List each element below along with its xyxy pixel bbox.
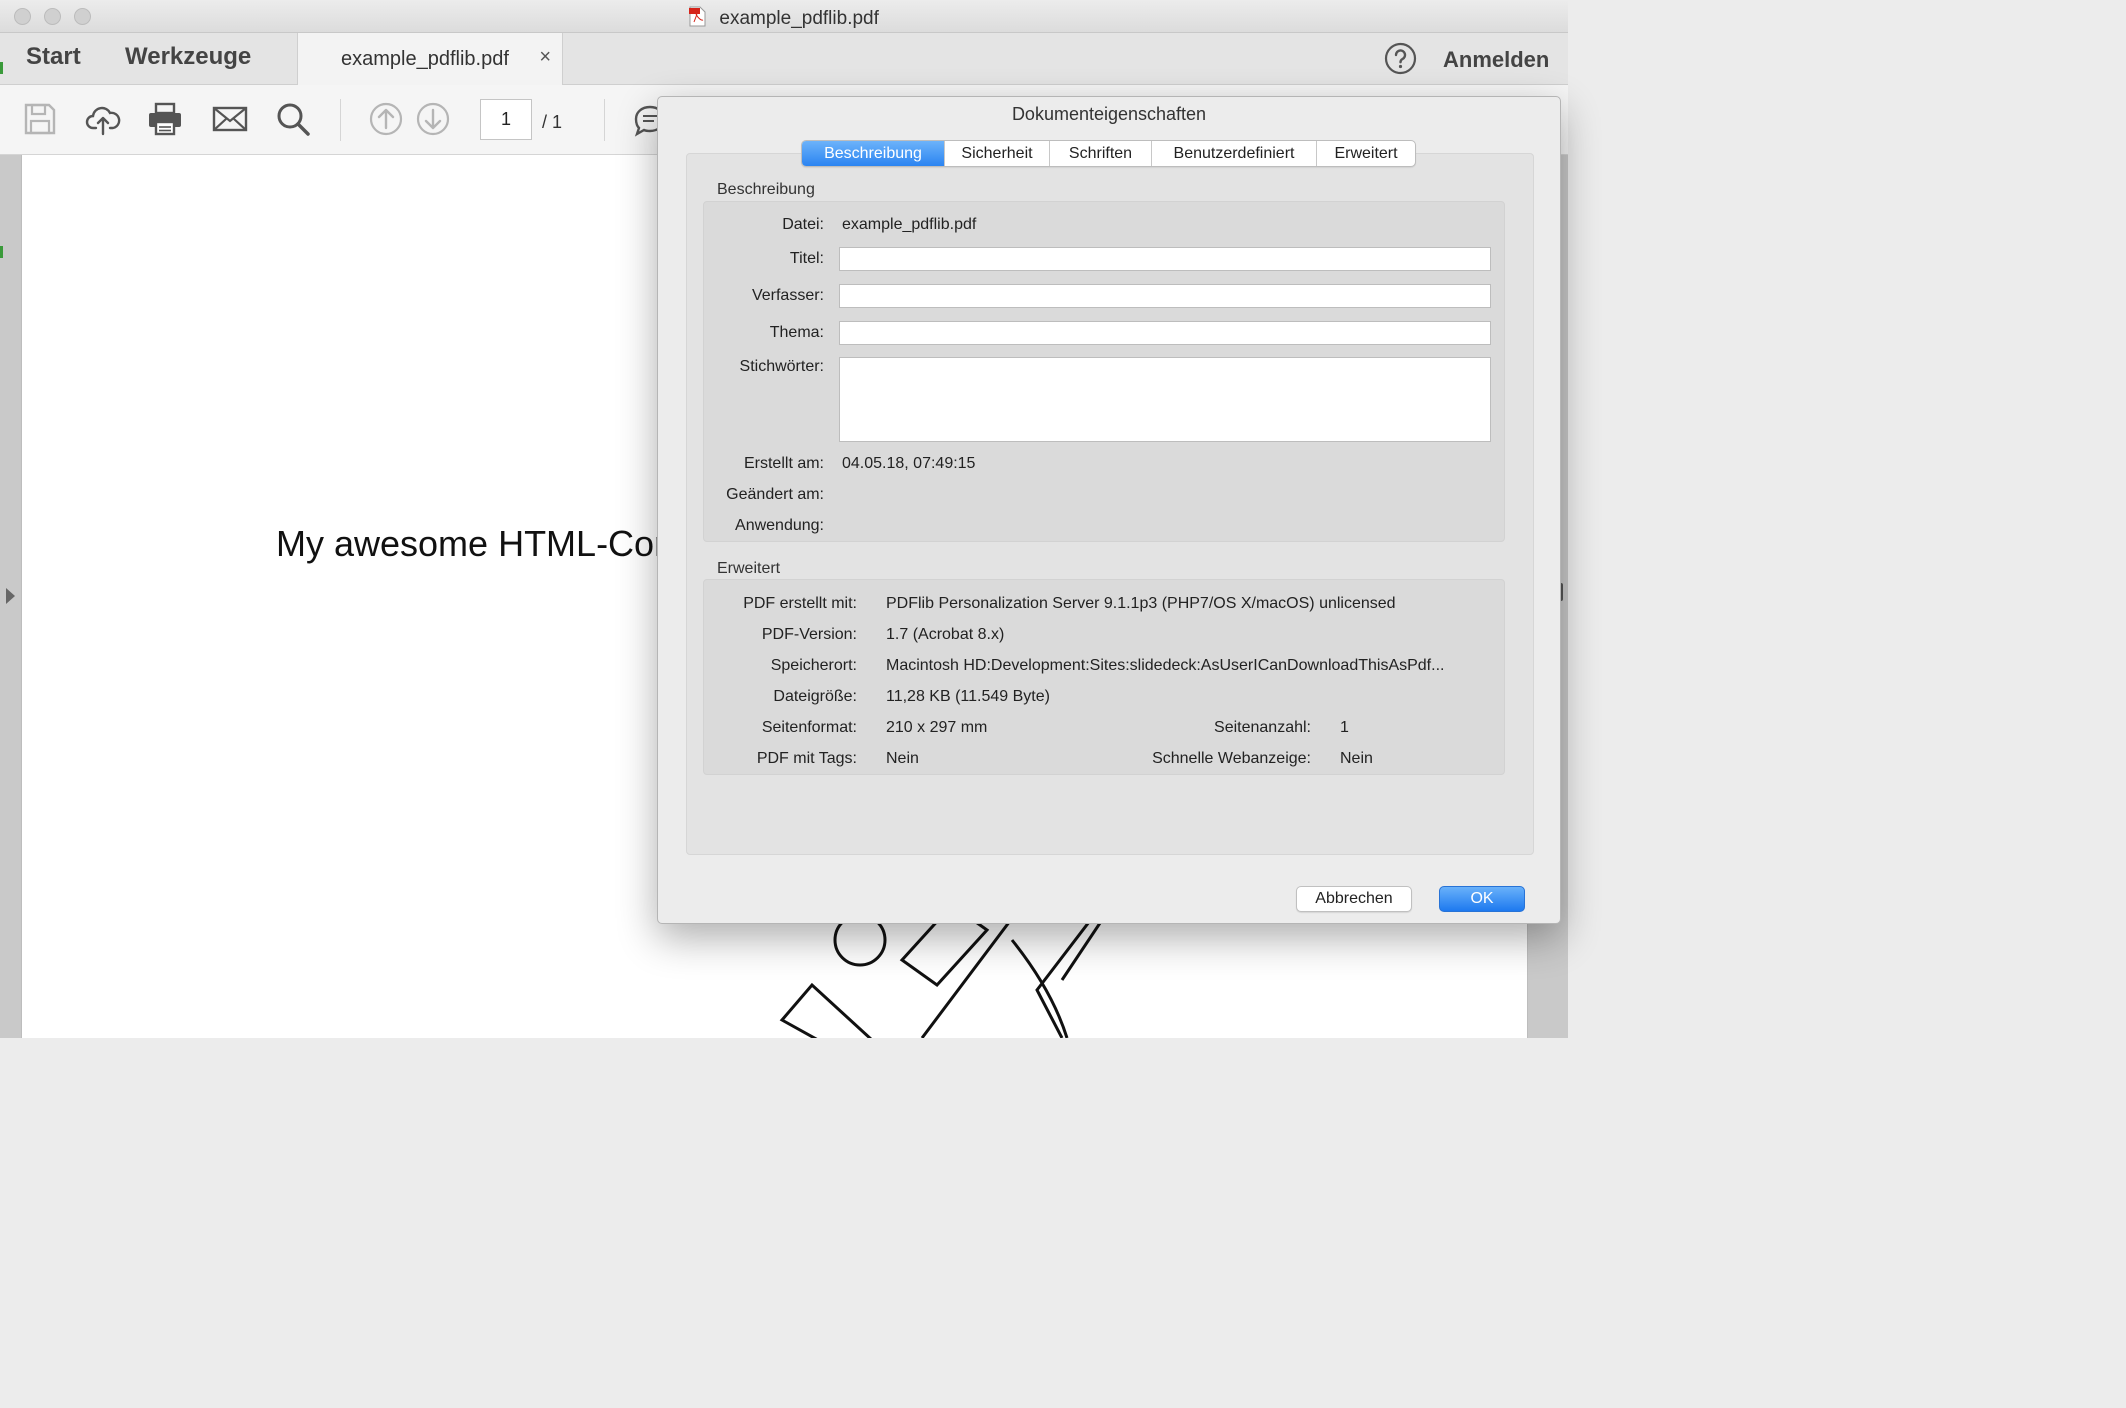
page-heading-text: My awesome HTML-Cor [276,523,667,564]
tab-beschreibung[interactable]: Beschreibung [802,141,944,166]
sign-in-button[interactable]: Anmelden [1443,47,1549,73]
save-icon[interactable] [22,101,58,137]
upload-cloud-icon[interactable] [85,101,121,137]
pdflib-logo-icon [779,910,1111,1038]
title-label: Titel: [789,250,824,267]
dialog-panel: Beschreibung Datei: example_pdflib.pdf T… [686,153,1534,855]
description-section-label: Beschreibung [717,181,815,198]
window-title-container: example_pdflib.pdf [0,6,1568,30]
pdf-version-value: 1.7 (Acrobat 8.x) [886,626,1005,643]
page-count-value: 1 [1340,719,1349,736]
producer-label: PDF erstellt mit: [743,595,857,612]
fast-web-view-value: Nein [1340,750,1373,767]
tagged-pdf-value: Nein [886,750,919,767]
document-tab-label: example_pdflib.pdf [341,48,509,70]
search-icon[interactable] [275,101,311,137]
title-field[interactable] [839,247,1491,271]
page-number-input[interactable] [480,99,532,140]
tab-erweitert[interactable]: Erweitert [1316,141,1415,166]
pdf-file-icon [689,6,706,27]
created-label: Erstellt am: [743,455,824,472]
created-value: 04.05.18, 07:49:15 [842,455,976,472]
toolbar-separator [604,99,605,141]
toolbar-separator [340,99,341,141]
close-tab-icon[interactable]: × [539,46,551,69]
pdf-version-label: PDF-Version: [761,626,857,643]
edge-marker [0,246,3,258]
page-count-label: Seitenanzahl: [1214,719,1311,736]
tab-schriften[interactable]: Schriften [1049,141,1151,166]
file-label: Datei: [782,216,824,233]
mail-icon[interactable] [212,101,248,137]
location-label: Speicherort: [770,657,857,674]
subject-field[interactable] [839,321,1491,345]
cancel-button[interactable]: Abbrechen [1296,886,1412,912]
navigation-bar: Start Werkzeuge example_pdflib.pdf × Anm… [0,33,1568,85]
author-label: Verfasser: [751,287,824,304]
subject-label: Thema: [769,324,824,341]
properties-tab-bar: Beschreibung Sicherheit Schriften Benutz… [801,140,1416,167]
keywords-label: Stichwörter: [739,358,824,375]
document-tab[interactable]: example_pdflib.pdf × [297,33,563,85]
window-titlebar: example_pdflib.pdf [0,0,1568,33]
location-value: Macintosh HD:Development:Sites:slidedeck… [886,657,1445,674]
edge-marker [0,62,3,74]
print-icon[interactable] [147,101,183,137]
page-up-icon[interactable] [368,101,404,137]
fast-web-view-label: Schnelle Webanzeige: [1152,750,1311,767]
document-properties-dialog: Dokumenteigenschaften Beschreibung Datei… [657,96,1561,924]
author-field[interactable] [839,284,1491,308]
modified-label: Geändert am: [726,486,824,503]
page-format-label: Seitenformat: [761,719,857,736]
application-label: Anwendung: [735,517,824,534]
ok-button[interactable]: OK [1439,886,1525,912]
page-format-value: 210 x 297 mm [886,719,988,736]
window-title: example_pdflib.pdf [719,8,879,29]
advanced-section-label: Erweitert [717,560,781,577]
help-icon[interactable] [1384,42,1417,75]
advanced-group: PDF erstellt mit: PDFlib Personalization… [703,579,1505,775]
file-size-label: Dateigröße: [773,688,857,705]
tab-sicherheit[interactable]: Sicherheit [944,141,1049,166]
file-value: example_pdflib.pdf [842,216,977,233]
tagged-pdf-label: PDF mit Tags: [756,750,857,767]
file-size-value: 11,28 KB (11.549 Byte) [886,688,1050,705]
dialog-title: Dokumenteigenschaften [1011,104,1207,124]
producer-value: PDFlib Personalization Server 9.1.1p3 (P… [886,595,1396,612]
page-down-icon[interactable] [415,101,451,137]
page-total: / 1 [542,112,563,132]
left-pane-toggle-icon[interactable] [6,588,15,604]
nav-tools[interactable]: Werkzeuge [125,43,251,71]
keywords-field[interactable] [839,357,1491,442]
tab-benutzerdefiniert[interactable]: Benutzerdefiniert [1151,141,1316,166]
description-group: Datei: example_pdflib.pdf Titel: Verfass… [703,201,1505,542]
nav-start[interactable]: Start [26,43,81,71]
